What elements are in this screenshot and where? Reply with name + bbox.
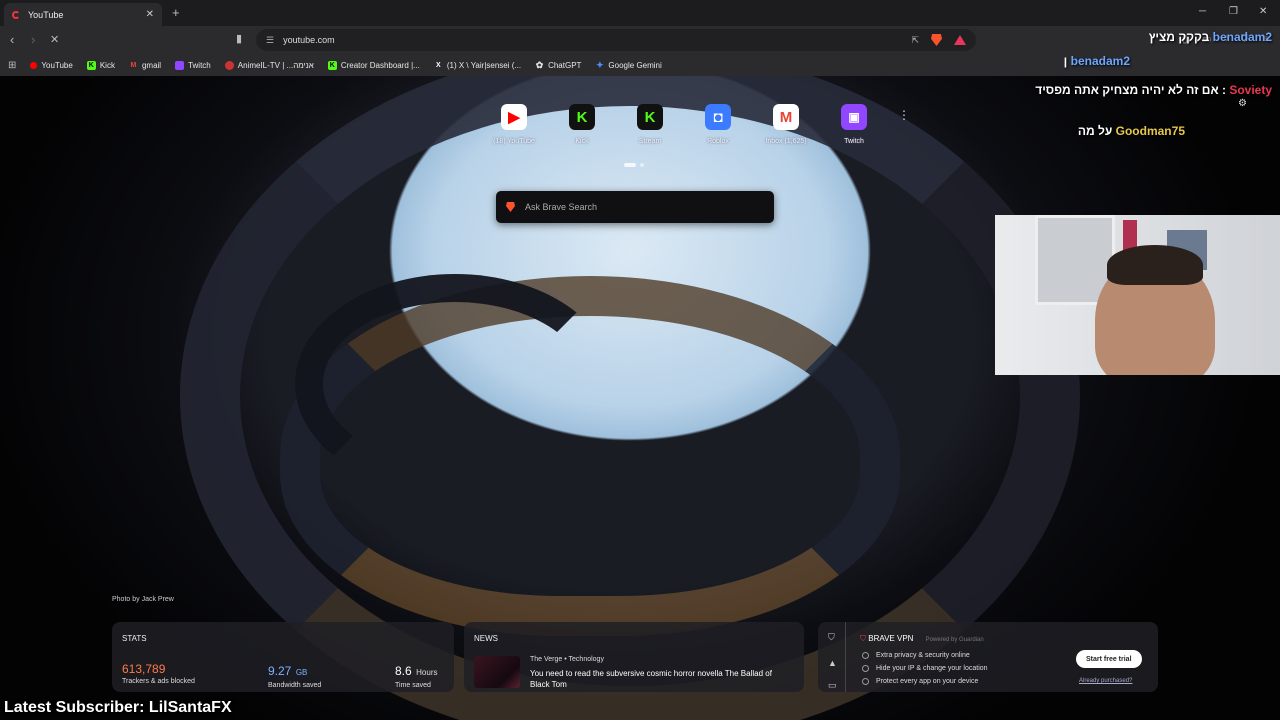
news-headline[interactable]: You need to read the subversive cosmic h…	[530, 668, 790, 690]
vpn-widget-icon[interactable]: ⛉	[828, 632, 835, 643]
chat-message: בקקק מציץ benadam2	[1148, 30, 1272, 44]
chat-message: על מה Goodman75	[1077, 124, 1185, 138]
minimize-icon[interactable]: ─	[1199, 6, 1206, 17]
stop-icon[interactable]: ✕	[50, 33, 59, 46]
page-indicator[interactable]	[624, 163, 644, 167]
site-info-icon[interactable]: ☰	[266, 35, 274, 46]
vpn-header: ⛉ BRAVE VPN Powered by Guardian	[860, 634, 984, 644]
chatgpt-icon: ✿	[535, 59, 544, 70]
new-tab-background: ▶ (18) YouTube K Kick K Stream ◘ Roblox …	[0, 76, 1280, 720]
start-free-trial-button[interactable]: Start free trial	[1076, 650, 1142, 668]
chat-message: ן benadam2	[1063, 54, 1130, 68]
vpn-card: ⛉ ▲ ▭ ⛉ BRAVE VPN Powered by Guardian Ex…	[818, 622, 1158, 692]
building-tower	[295, 274, 615, 494]
top-site-stream[interactable]: K Stream	[626, 104, 674, 145]
toolbar: ‹ › ✕ ▮ ☰ youtube.com ⇱ ▯ ▭ ✧ ⛉ ≡	[0, 26, 1280, 54]
news-thumbnail[interactable]	[474, 656, 520, 688]
kick-icon: K	[327, 60, 337, 70]
twitch-icon	[175, 60, 185, 70]
bookmark-creator-dashboard[interactable]: K Creator Dashboard |...	[327, 60, 420, 70]
top-site-roblox[interactable]: ◘ Roblox	[694, 104, 742, 145]
more-options-icon[interactable]: ⋮	[898, 108, 910, 145]
address-bar[interactable]: ☰ youtube.com ⇱	[256, 29, 976, 51]
stat-trackers: 613,789 Trackers & ads blocked	[122, 662, 195, 685]
animeil-icon	[224, 60, 234, 70]
back-icon[interactable]: ‹	[10, 32, 14, 47]
bookmark-gmail[interactable]: Mgmail	[129, 61, 162, 70]
bookmark-x[interactable]: X (1) X \ Yair|sensei (...	[434, 61, 521, 70]
webcam-overlay	[995, 215, 1280, 375]
stats-card: STATS 613,789 Trackers & ads blocked 9.2…	[112, 622, 454, 692]
vpn-title: BRAVE VPN	[868, 634, 914, 643]
top-sites: ▶ (18) YouTube K Kick K Stream ◘ Roblox …	[490, 104, 910, 145]
tab-title: YouTube	[28, 9, 64, 20]
news-source: The Verge	[530, 656, 563, 663]
bookmark-youtube[interactable]: YouTube	[30, 61, 73, 70]
x-icon: X	[435, 61, 441, 69]
roblox-icon: ◘	[705, 104, 731, 130]
twitch-icon: ▣	[841, 104, 867, 130]
url-text[interactable]: youtube.com	[283, 35, 335, 45]
news-category: Technology	[568, 656, 604, 663]
top-site-twitch[interactable]: ▣ Twitch	[830, 104, 878, 145]
top-site-kick[interactable]: K Kick	[558, 104, 606, 145]
close-window-icon[interactable]: ✕	[1259, 6, 1267, 17]
brave-rewards-icon[interactable]	[954, 35, 966, 45]
stat-bandwidth: 9.27 GB Bandwidth saved	[268, 664, 322, 689]
bookmark-icon[interactable]: ▮	[236, 32, 242, 45]
already-purchased-link[interactable]: Already purchased?	[1079, 678, 1132, 684]
kick-icon: K	[86, 60, 96, 70]
brave-shields-icon[interactable]	[931, 34, 942, 46]
rewards-widget-icon[interactable]: ▲	[828, 658, 837, 668]
bookmark-twitch[interactable]: Twitch	[175, 60, 211, 70]
gemini-icon: ✦	[596, 59, 604, 70]
news-title: NEWS	[474, 634, 498, 643]
brave-logo-icon	[506, 202, 515, 212]
close-tab-icon[interactable]: ✕	[146, 9, 154, 20]
restore-icon[interactable]: ❐	[1229, 6, 1238, 17]
widget-switcher: ⛉ ▲ ▭	[818, 622, 846, 692]
latest-subscriber: Latest Subscriber: LilSantaFX	[4, 699, 232, 716]
forward-icon[interactable]: ›	[31, 32, 35, 47]
tab-youtube[interactable]: YouTube ✕	[4, 3, 162, 26]
bookmark-gemini[interactable]: ✦ Google Gemini	[595, 59, 662, 70]
vpn-powered: Powered by Guardian	[925, 637, 984, 643]
gmail-icon: M	[773, 104, 799, 130]
bookmark-animeil[interactable]: AnimeIL-TV | ...אנימה	[224, 60, 314, 70]
title-bar: YouTube ✕ + ─ ❐ ✕	[0, 0, 1280, 26]
news-card[interactable]: NEWS The Verge • Technology You need to …	[464, 622, 804, 692]
search-placeholder[interactable]: Ask Brave Search	[525, 202, 597, 212]
stats-title: STATS	[122, 634, 147, 643]
loading-icon	[12, 10, 20, 19]
headphones	[1107, 245, 1203, 285]
share-icon[interactable]: ⇱	[911, 35, 919, 46]
vpn-feature: Protect every app on your device	[862, 678, 978, 685]
vpn-shield-icon: ⛉	[860, 634, 866, 643]
stat-time: 8.6 Hours Time saved	[395, 664, 438, 689]
photo-credit[interactable]: Photo by Jack Prew	[112, 596, 174, 603]
kick-icon: K	[569, 104, 595, 130]
youtube-icon: ▶	[501, 104, 527, 130]
top-site-youtube[interactable]: ▶ (18) YouTube	[490, 104, 538, 145]
talk-widget-icon[interactable]: ▭	[828, 680, 837, 691]
youtube-icon	[30, 61, 38, 69]
bookmark-chatgpt[interactable]: ✿ ChatGPT	[535, 59, 582, 70]
gmail-icon: M	[130, 61, 137, 69]
chat-message: אם זה לא יהיה מצחיק אתה מפסיד : Soviety	[1035, 83, 1272, 97]
bookmark-kick[interactable]: K Kick	[86, 60, 115, 70]
news-meta: The Verge • Technology	[530, 656, 604, 663]
new-tab-button[interactable]: +	[172, 5, 180, 20]
top-site-inbox[interactable]: M Inbox (1,625)	[762, 104, 810, 145]
brave-search-box[interactable]: Ask Brave Search	[496, 191, 774, 223]
vpn-feature: Extra privacy & security online	[862, 652, 970, 659]
vpn-feature: Hide your IP & change your location	[862, 665, 988, 672]
apps-icon[interactable]: ⊞	[8, 60, 16, 71]
kick-icon: K	[637, 104, 663, 130]
